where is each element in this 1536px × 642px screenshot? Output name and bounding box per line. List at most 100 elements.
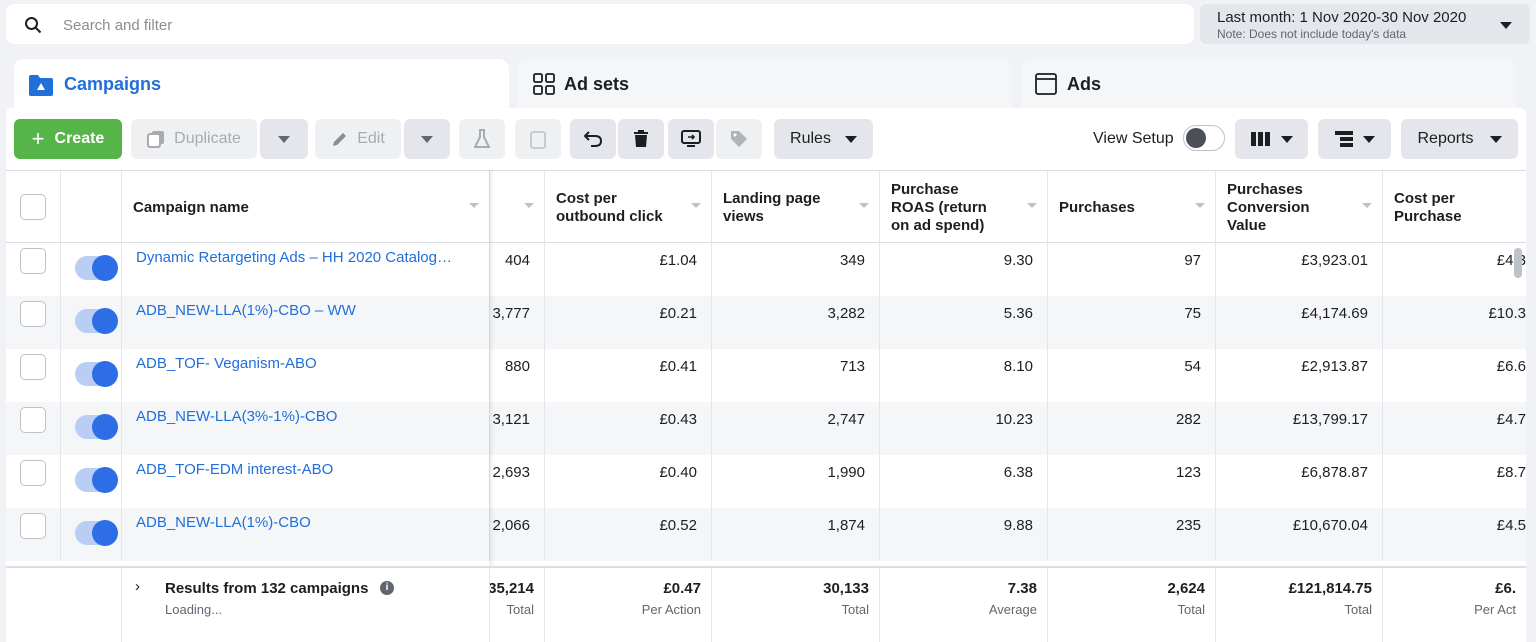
tag-icon <box>731 131 747 147</box>
chevron-right-icon[interactable]: › <box>135 578 140 595</box>
cell-campaign-name: ADB_NEW-LLA(1%)-CBO <box>122 508 490 561</box>
cell-cost-per-purchase: £8.7 <box>1496 464 1526 481</box>
campaign-on-off-toggle[interactable] <box>75 414 118 440</box>
tab-label: Ad sets <box>564 74 630 94</box>
breakdown-button[interactable] <box>1318 119 1391 159</box>
rules-button[interactable]: Rules <box>774 119 873 159</box>
columns-icon <box>1250 132 1270 146</box>
reports-button[interactable]: Reports <box>1401 119 1518 159</box>
edit-button[interactable]: Edit <box>315 119 401 159</box>
tab-label: Campaigns <box>64 74 162 94</box>
tab-campaigns[interactable]: Campaigns <box>14 59 509 111</box>
header-purchases[interactable]: Purchases <box>1048 171 1216 243</box>
cell-cost-per-outbound-click: £0.21 <box>545 296 712 349</box>
row-toggle-cell <box>61 455 122 508</box>
header-landing-page-views[interactable]: Landing page views <box>712 171 880 243</box>
header-cost-per-purchase[interactable]: Cost per Purchase <box>1383 171 1526 243</box>
toggle-knob <box>92 308 118 334</box>
toggle-knob <box>92 255 118 281</box>
duplicate-icon <box>147 131 165 148</box>
search-bar[interactable]: Search and filter <box>6 4 1194 44</box>
select-all-checkbox[interactable] <box>20 194 46 220</box>
header-select-cell <box>6 171 61 243</box>
sort-icon <box>469 203 479 208</box>
cell-cost-per-purchase: £4.5 <box>1496 517 1526 534</box>
campaign-name-link[interactable]: ADB_NEW-LLA(1%)-CBO <box>136 514 311 531</box>
column-title-line: Cost per <box>556 190 617 207</box>
row-toggle-cell <box>61 243 122 296</box>
total-value: 7.38 <box>1007 580 1037 597</box>
cell-purchase-roas: 9.30 <box>880 243 1048 296</box>
campaign-on-off-toggle[interactable] <box>75 308 118 334</box>
total-cost-per-outbound-click: £0.47 Per Action <box>545 568 712 642</box>
header-campaign-name[interactable]: Campaign name <box>122 171 490 243</box>
row-checkbox[interactable] <box>20 248 46 274</box>
info-icon[interactable]: i <box>380 581 394 595</box>
header-cost-per-outbound-click[interactable]: Cost per outbound click <box>545 171 712 243</box>
sort-icon <box>1195 203 1205 208</box>
chevron-down-icon <box>421 135 433 143</box>
header-purchase-roas[interactable]: Purchase ROAS (return on ad spend) <box>880 171 1048 243</box>
create-button[interactable]: + Create <box>14 119 122 159</box>
row-checkbox[interactable] <box>20 301 46 327</box>
duplicate-label: Duplicate <box>174 130 241 147</box>
preview-button[interactable] <box>668 119 714 159</box>
campaign-name-link[interactable]: ADB_NEW-LLA(3%-1%)-CBO <box>136 408 337 425</box>
row-checkbox[interactable] <box>20 513 46 539</box>
total-value: £0.47 <box>663 580 701 597</box>
campaign-name-link[interactable]: ADB_TOF-EDM interest-ABO <box>136 461 333 478</box>
column-title: Purchases <box>1059 199 1135 216</box>
date-range-picker[interactable]: Last month: 1 Nov 2020-30 Nov 2020 Note:… <box>1200 4 1530 44</box>
campaign-on-off-toggle[interactable] <box>75 520 118 546</box>
campaign-name-link[interactable]: ADB_NEW-LLA(1%)-CBO – WW <box>136 302 356 319</box>
campaign-on-off-toggle[interactable] <box>75 467 118 493</box>
scrollbar-thumb[interactable] <box>1514 248 1522 278</box>
row-select-cell <box>6 243 61 296</box>
totals-label-cell[interactable]: › Results from 132 campaigns i Loading..… <box>122 568 490 642</box>
ab-test-button[interactable] <box>459 119 505 159</box>
cell-campaign-name: ADB_NEW-LLA(1%)-CBO – WW <box>122 296 490 349</box>
undo-button[interactable] <box>570 119 616 159</box>
row-checkbox[interactable] <box>20 354 46 380</box>
cell-purchase-roas: 9.88 <box>880 508 1048 561</box>
cell-conversion-value: £13,799.17 <box>1216 402 1383 455</box>
table-row: ADB_TOF-EDM interest-ABO 2,693 £0.40 1,990 6… <box>6 455 1526 508</box>
total-value: £121,814.75 <box>1288 580 1372 597</box>
chevron-down-icon <box>1500 22 1512 29</box>
columns-button[interactable] <box>1235 119 1308 159</box>
campaign-on-off-toggle[interactable] <box>75 255 118 281</box>
campaign-name-link[interactable]: ADB_TOF- Veganism-ABO <box>136 355 317 372</box>
duplicate-button[interactable]: Duplicate <box>131 119 257 159</box>
header-outbound-clicks[interactable] <box>490 171 545 243</box>
archive-button[interactable] <box>515 119 561 159</box>
campaign-name-link[interactable]: Dynamic Retargeting Ads – HH 2020 Catalo… <box>136 249 452 266</box>
cell-cost-per-outbound-click: £0.40 <box>545 455 712 508</box>
delete-button[interactable] <box>618 119 664 159</box>
row-select-cell <box>6 508 61 561</box>
chevron-down-icon <box>1280 135 1293 143</box>
search-icon <box>25 17 42 34</box>
view-setup-toggle[interactable] <box>1183 125 1225 151</box>
cell-cost-per-purchase: £10.3 <box>1488 305 1526 322</box>
header-conversion-value[interactable]: Purchases Conversion Value <box>1216 171 1383 243</box>
total-outbound-clicks: 35,214 Total <box>490 568 545 642</box>
cell-outbound-clicks: 2,693 <box>490 455 545 508</box>
tag-button[interactable] <box>716 119 762 159</box>
cell-conversion-value: £4,174.69 <box>1216 296 1383 349</box>
edit-dropdown[interactable] <box>404 119 450 159</box>
row-toggle-cell <box>61 296 122 349</box>
row-checkbox[interactable] <box>20 460 46 486</box>
cell-conversion-value: £6,878.87 <box>1216 455 1383 508</box>
row-select-cell <box>6 402 61 455</box>
campaign-on-off-toggle[interactable] <box>75 361 118 387</box>
cell-campaign-name: ADB_NEW-LLA(3%-1%)-CBO <box>122 402 490 455</box>
tab-ads[interactable]: Ads <box>1021 59 1516 111</box>
flask-icon <box>474 129 490 148</box>
total-landing-page-views: 30,133 Total <box>712 568 880 642</box>
duplicate-dropdown[interactable] <box>260 119 308 159</box>
search-input[interactable]: Search and filter <box>63 17 172 34</box>
row-checkbox[interactable] <box>20 407 46 433</box>
total-label: Average <box>988 602 1037 617</box>
tab-ad-sets[interactable]: Ad sets <box>517 59 1012 111</box>
grid-icon <box>533 73 555 95</box>
